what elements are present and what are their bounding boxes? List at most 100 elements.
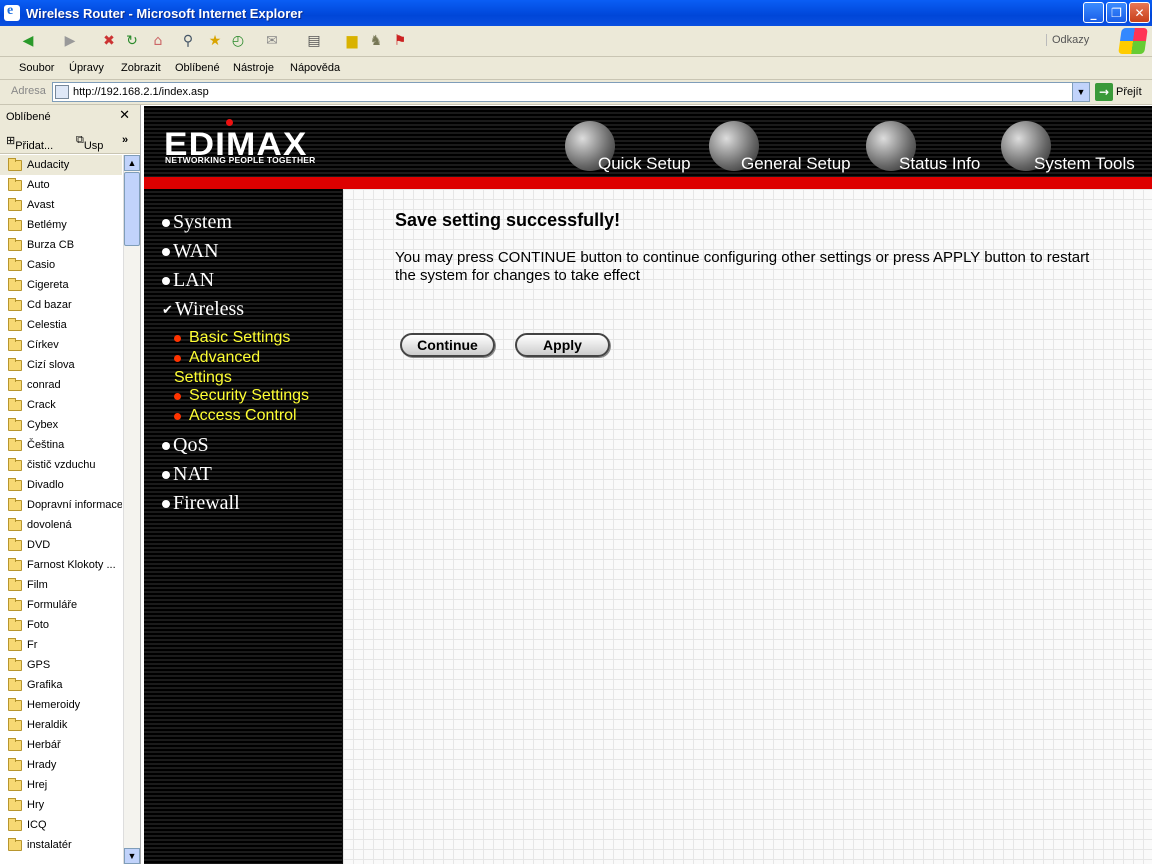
folder-icon: [8, 497, 22, 511]
browser-window: Wireless Router - Microsoft Internet Exp…: [0, 0, 1152, 864]
submenu-security-settings[interactable]: Security Settings: [174, 387, 309, 405]
scroll-thumb[interactable]: [124, 172, 140, 246]
favorites-item[interactable]: Foto: [0, 615, 122, 635]
history-icon[interactable]: ◴: [228, 31, 248, 51]
favorites-item[interactable]: Casio: [0, 255, 122, 275]
favorites-item[interactable]: conrad: [0, 375, 122, 395]
address-input[interactable]: http://192.168.2.1/index.asp ▼: [52, 82, 1090, 102]
apply-button[interactable]: Apply: [515, 333, 610, 357]
nav-status-info[interactable]: Status Info: [899, 154, 980, 174]
favorites-item[interactable]: Divadlo: [0, 475, 122, 495]
menu-firewall[interactable]: Firewall: [162, 492, 240, 515]
stop-icon[interactable]: ✖: [99, 31, 119, 51]
favorites-item[interactable]: Burza CB: [0, 235, 122, 255]
bullet-icon: [162, 441, 170, 450]
home-icon[interactable]: ⌂: [148, 31, 168, 51]
favorites-item[interactable]: Cizí slova: [0, 355, 122, 375]
favorites-icon[interactable]: ★: [205, 31, 225, 51]
restore-button[interactable]: ❐: [1106, 2, 1127, 23]
menu-lan[interactable]: LAN: [162, 269, 214, 292]
favorites-item[interactable]: Film: [0, 575, 122, 595]
refresh-icon[interactable]: ↻: [122, 31, 142, 51]
favorites-item[interactable]: Církev: [0, 335, 122, 355]
favorites-item[interactable]: Audacity: [0, 155, 122, 175]
print-icon[interactable]: ▤: [304, 31, 324, 51]
chevron-down-icon[interactable]: ▼: [1072, 83, 1089, 101]
submenu-advanced-settings-line2[interactable]: Settings: [174, 369, 232, 387]
submenu-basic-settings[interactable]: Basic Settings: [174, 329, 290, 347]
minimize-button[interactable]: _: [1083, 2, 1104, 23]
nav-system-tools[interactable]: System Tools: [1034, 154, 1135, 174]
favorites-item[interactable]: Cd bazar: [0, 295, 122, 315]
favorites-item-label: Církev: [27, 339, 59, 351]
favorites-item[interactable]: DVD: [0, 535, 122, 555]
submenu-access-control[interactable]: Access Control: [174, 407, 297, 425]
chevron-right-icon[interactable]: »: [122, 134, 128, 146]
menu-nat[interactable]: NAT: [162, 463, 212, 486]
favorites-item[interactable]: ICQ: [0, 815, 122, 835]
favorites-item[interactable]: čistič vzduchu: [0, 455, 122, 475]
red-bullet-icon: [174, 334, 181, 342]
favorites-item[interactable]: Avast: [0, 195, 122, 215]
favorites-item[interactable]: dovolená: [0, 515, 122, 535]
back-icon[interactable]: ◀: [18, 31, 38, 51]
scroll-up-icon[interactable]: ▲: [124, 155, 140, 171]
favorites-item[interactable]: Farnost Klokoty ...: [0, 555, 122, 575]
favorites-item[interactable]: Formuláře: [0, 595, 122, 615]
menu-view[interactable]: Zobrazit: [121, 62, 161, 74]
favorites-item[interactable]: Betlémy: [0, 215, 122, 235]
scroll-down-icon[interactable]: ▼: [124, 848, 140, 864]
menu-help[interactable]: Nápověda: [290, 62, 340, 74]
folder-icon: [8, 737, 22, 751]
menu-file[interactable]: Soubor: [19, 62, 54, 74]
continue-button[interactable]: Continue: [400, 333, 495, 357]
search-icon[interactable]: ⚲: [178, 31, 198, 51]
menu-edit[interactable]: Úpravy: [69, 62, 104, 74]
menu-wan[interactable]: WAN: [162, 240, 219, 263]
close-button[interactable]: ✕: [1129, 2, 1150, 23]
favorites-item[interactable]: Hrady: [0, 755, 122, 775]
forward-icon[interactable]: ▶: [60, 31, 80, 51]
favorites-item[interactable]: Hemeroidy: [0, 695, 122, 715]
links-label[interactable]: Odkazy: [1046, 34, 1089, 46]
favorites-item[interactable]: GPS: [0, 655, 122, 675]
favorites-item[interactable]: Hry: [0, 795, 122, 815]
favorites-item[interactable]: Fr: [0, 635, 122, 655]
nav-general-setup[interactable]: General Setup: [741, 154, 851, 174]
go-button[interactable]: → Přejít: [1095, 83, 1142, 101]
close-icon[interactable]: ✕: [119, 108, 130, 123]
mail-icon[interactable]: ✉: [262, 31, 282, 51]
organize-favorites-button[interactable]: ⧉ Usp: [76, 134, 103, 152]
folder-icon: [8, 677, 22, 691]
favorites-item[interactable]: Dopravní informace: [0, 495, 122, 515]
favorites-item[interactable]: Heraldik: [0, 715, 122, 735]
favorites-item[interactable]: Hrej: [0, 775, 122, 795]
note-icon[interactable]: ▆: [342, 31, 362, 51]
favorites-item[interactable]: Crack: [0, 395, 122, 415]
title-bar: Wireless Router - Microsoft Internet Exp…: [0, 0, 1152, 26]
submenu-advanced-settings[interactable]: Advanced: [174, 349, 260, 367]
menu-tools[interactable]: Nástroje: [233, 62, 274, 74]
menu-system[interactable]: System: [162, 211, 232, 234]
favorites-item[interactable]: Cybex: [0, 415, 122, 435]
favorites-item[interactable]: Cigereta: [0, 275, 122, 295]
menu-qos[interactable]: QoS: [162, 434, 209, 457]
favorites-item[interactable]: Grafika: [0, 675, 122, 695]
messenger-icon[interactable]: ♞: [366, 31, 386, 51]
favorites-item[interactable]: Celestia: [0, 315, 122, 335]
favorites-scrollbar[interactable]: ▲ ▼: [123, 155, 140, 864]
favorites-item[interactable]: instalatér: [0, 835, 122, 855]
page-icon: [55, 85, 69, 99]
favorites-item-label: Cybex: [27, 419, 59, 431]
favorites-item-label: Film: [27, 579, 48, 591]
flag-icon[interactable]: ⚑: [390, 31, 410, 51]
favorites-item[interactable]: Čeština: [0, 435, 122, 455]
address-url[interactable]: http://192.168.2.1/index.asp: [73, 86, 209, 98]
favorites-item[interactable]: Auto: [0, 175, 122, 195]
red-bullet-icon: [174, 412, 181, 420]
add-favorite-button[interactable]: ⊞ Přidat...: [6, 134, 53, 152]
nav-quick-setup[interactable]: Quick Setup: [598, 154, 691, 174]
menu-wireless[interactable]: ✔ Wireless: [162, 298, 244, 321]
menu-favorites[interactable]: Oblíbené: [175, 62, 220, 74]
favorites-item[interactable]: Herbář: [0, 735, 122, 755]
